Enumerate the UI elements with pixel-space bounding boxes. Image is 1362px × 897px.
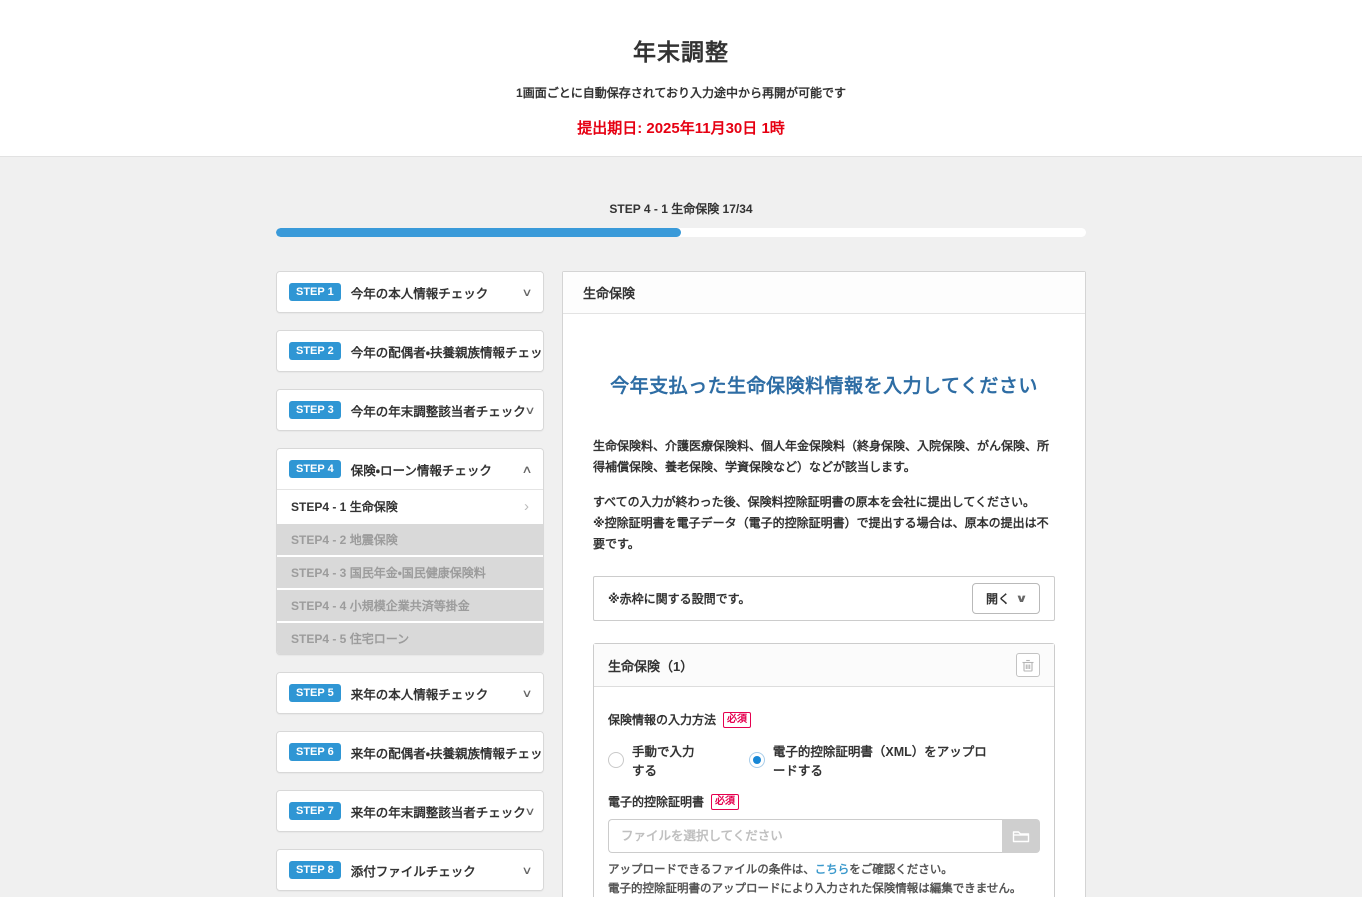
site-header: 年末調整 1画面ごとに自動保存されており入力途中から再開が可能です 提出期日: … — [0, 0, 1362, 157]
certificate-file-input[interactable] — [608, 819, 1002, 853]
trash-icon — [1022, 659, 1034, 672]
step-4-badge: STEP 4 — [289, 460, 341, 478]
chevron-up-icon: ∧ — [521, 463, 533, 476]
step-5-badge: STEP 5 — [289, 684, 341, 702]
submit-note-line2: ※控除証明書を電子データ（電子的控除証明書）で提出する場合は、原本の提出は不要で… — [593, 516, 1049, 551]
sidebar-step-4[interactable]: STEP 4 保険・ローン情報チェック ∧ — [277, 449, 543, 489]
step-sidebar: STEP 1 今年の本人情報チェック ∨ STEP 2 今年の配偶者・扶養親族情… — [276, 271, 544, 897]
open-button[interactable]: 開く ∨ — [972, 583, 1040, 614]
deadline-text: 提出期日: 2025年11月30日 1時 — [577, 120, 785, 137]
open-button-label: 開く — [986, 592, 1011, 606]
radio-icon — [748, 752, 765, 768]
step-3-label: 今年の年末調整該当者チェック — [350, 404, 526, 419]
sidebar-step-3[interactable]: STEP 3 今年の年末調整該当者チェック ∨ — [277, 390, 543, 430]
help-line1-before: アップロードできるファイルの条件は、 — [608, 864, 815, 876]
intro-paragraph: 生命保険料、介護医療保険料、個人年金保険料（終身保険、入院保険、がん保険、所得補… — [593, 439, 1050, 474]
step-4-label: 保険・ローン情報チェック — [350, 463, 492, 478]
sidebar-step-5[interactable]: STEP 5 来年の本人情報チェック ∨ — [277, 673, 543, 713]
step-6-badge: STEP 6 — [289, 743, 341, 761]
step-1-badge: STEP 1 — [289, 283, 341, 301]
input-method-field: 保険情報の入力方法 必須 手動で入力する 電子的控除証明書（XML）をアップロー… — [608, 711, 1040, 779]
progress-bar — [276, 228, 1086, 237]
submit-note-paragraph: すべての入力が終わった後、保険料控除証明書の原本を会社に提出してください。 ※控… — [593, 492, 1055, 555]
sidebar-step-7[interactable]: STEP 7 来年の年末調整該当者チェック ∨ — [277, 791, 543, 831]
kochira-link[interactable]: こちら — [815, 864, 850, 876]
chevron-down-icon: ∨ — [1015, 593, 1028, 605]
file-browse-button[interactable] — [1002, 819, 1040, 853]
progress-bar-fill — [276, 228, 681, 237]
radio-icon — [608, 752, 624, 768]
step-7-badge: STEP 7 — [289, 802, 341, 820]
life-insurance-card-1: 生命保険（1） 保険情報の入力方法 必須 手動で入力する 電子的控除証明書（XM… — [593, 643, 1055, 897]
step-8-badge: STEP 8 — [289, 861, 341, 879]
chevron-down-icon: ∨ — [521, 286, 533, 299]
step-2-label: 今年の配偶者・扶養親族情報チェック — [350, 345, 544, 360]
panel-title: 生命保険 — [563, 272, 1085, 314]
radio-manual-label: 手動で入力する — [632, 745, 695, 778]
card-title: 生命保険（1） — [608, 658, 694, 674]
radio-manual-input[interactable]: 手動で入力する — [608, 741, 703, 779]
step4-1-label: STEP4 - 1 生命保険 — [291, 499, 398, 514]
certificate-label: 電子的控除証明書 — [608, 795, 705, 809]
folder-icon — [1012, 830, 1030, 842]
chevron-down-icon: ∨ — [521, 864, 533, 877]
chevron-down-icon: ∨ — [521, 687, 533, 700]
step-1-label: 今年の本人情報チェック — [350, 286, 489, 301]
sidebar-item-step4-5-housing-loan: STEP4 - 5 住宅ローン — [277, 621, 543, 654]
chevron-down-icon: ∨ — [524, 805, 536, 818]
help-line2: 電子的控除証明書のアップロードにより入力された保険情報は編集できません。 — [608, 882, 1022, 895]
required-badge: 必須 — [711, 793, 740, 810]
step4-5-label: STEP4 - 5 住宅ローン — [291, 632, 410, 646]
radio-xml-upload[interactable]: 電子的控除証明書（XML）をアップロードする — [748, 741, 994, 779]
step-3-badge: STEP 3 — [289, 401, 341, 419]
step4-2-label: STEP4 - 2 地震保険 — [291, 533, 398, 547]
page-title: 年末調整 — [633, 39, 729, 65]
help-line1-after: をご確認ください。 — [849, 864, 953, 876]
input-method-label: 保険情報の入力方法 — [608, 713, 717, 727]
step-5-label: 来年の本人情報チェック — [350, 687, 489, 702]
sidebar-item-step4-4-mutual-aid: STEP4 - 4 小規模企業共済等掛金 — [277, 588, 543, 621]
step-6-label: 来年の配偶者・扶養親族情報チェック — [350, 746, 544, 761]
sidebar-item-step4-2-earthquake-insurance: STEP4 - 2 地震保険 — [277, 522, 543, 555]
progress-label: STEP 4 - 1 生命保険 17/34 — [609, 202, 753, 216]
red-frame-note: ※赤枠に関する設問です。 — [608, 592, 751, 606]
sidebar-step-6[interactable]: STEP 6 来年の配偶者・扶養親族情報チェック ∨ — [277, 732, 543, 772]
chevron-down-icon: ∨ — [524, 404, 536, 417]
step-7-label: 来年の年末調整該当者チェック — [350, 805, 526, 820]
submit-note-line1: すべての入力が終わった後、保険料控除証明書の原本を会社に提出してください。 — [593, 495, 1035, 509]
progress-area: STEP 4 - 1 生命保険 17/34 — [276, 157, 1086, 237]
certificate-field: 電子的控除証明書 必須 ファイルを選択してください アップロードできるファイルの… — [608, 793, 1040, 897]
radio-xml-label: 電子的控除証明書（XML）をアップロードする — [772, 745, 987, 778]
sidebar-step-1[interactable]: STEP 1 今年の本人情報チェック ∨ — [277, 272, 543, 312]
sidebar-step-8[interactable]: STEP 8 添付ファイルチェック ∨ — [277, 850, 543, 890]
section-heading: 今年支払った生命保険料情報を入力してください — [610, 376, 1038, 397]
sidebar-item-step4-3-national-pension: STEP4 - 3 国民年金・国民健康保険料 — [277, 555, 543, 588]
sidebar-step-2[interactable]: STEP 2 今年の配偶者・扶養親族情報チェック ∨ — [277, 331, 543, 371]
upload-help-text: アップロードできるファイルの条件は、こちらをご確認ください。 電子的控除証明書の… — [608, 861, 1040, 897]
step4-4-label: STEP4 - 4 小規模企業共済等掛金 — [291, 599, 470, 613]
red-frame-note-row: ※赤枠に関する設問です。 開く ∨ — [593, 576, 1055, 621]
sidebar-item-step4-1-life-insurance[interactable]: STEP4 - 1 生命保険 › — [277, 489, 543, 522]
life-insurance-panel: 生命保険 今年支払った生命保険料情報を入力してください 生命保険料、介護医療保険… — [562, 271, 1086, 897]
step-8-label: 添付ファイルチェック — [350, 864, 476, 879]
step-2-badge: STEP 2 — [289, 342, 341, 360]
delete-card-button[interactable] — [1016, 653, 1040, 677]
step4-3-label: STEP4 - 3 国民年金・国民健康保険料 — [291, 566, 486, 580]
autosave-note: 1画面ごとに自動保存されており入力途中から再開が可能です — [516, 86, 846, 100]
required-badge: 必須 — [723, 711, 752, 728]
chevron-right-icon: › — [524, 497, 529, 515]
